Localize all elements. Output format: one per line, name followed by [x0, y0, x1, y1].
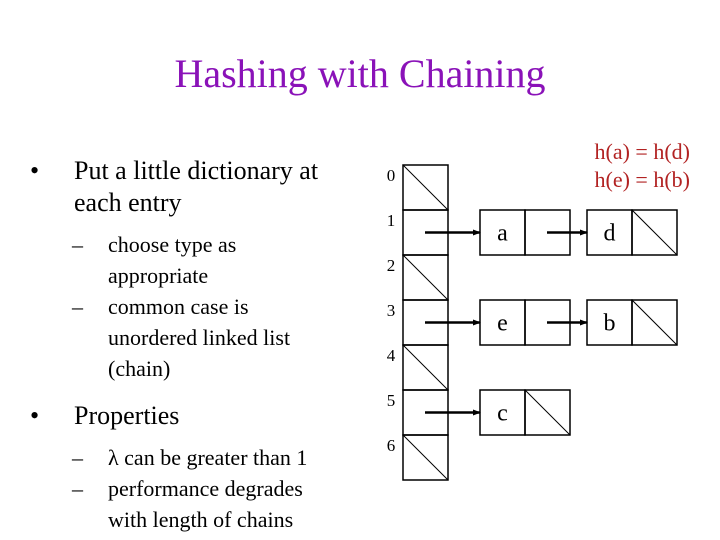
node-key-label: d [604, 221, 616, 247]
null-pointer-icon [524, 389, 571, 436]
slot-index-label: 5 [387, 391, 396, 410]
slot-index-label: 3 [387, 301, 396, 320]
slot-index-label: 0 [387, 166, 396, 185]
node-key-label: c [497, 401, 508, 427]
null-pointer-icon [402, 344, 449, 391]
node-key-label: b [604, 311, 616, 337]
null-pointer-icon [402, 254, 449, 301]
slot-index-label: 4 [387, 346, 396, 365]
slot-index-label: 1 [387, 211, 396, 230]
null-pointer-icon [631, 209, 678, 256]
null-pointer-icon [402, 164, 449, 211]
slot-index-label: 2 [387, 256, 396, 275]
null-pointer-icon [402, 434, 449, 481]
null-pointer-icon [631, 299, 678, 346]
slot-index-label: 6 [387, 436, 396, 455]
node-key-label: e [497, 311, 508, 337]
node-key-label: a [497, 221, 508, 247]
hash-table-diagram: 0 1 a d 2 3 e b 4 5 c 6 [387, 164, 678, 481]
